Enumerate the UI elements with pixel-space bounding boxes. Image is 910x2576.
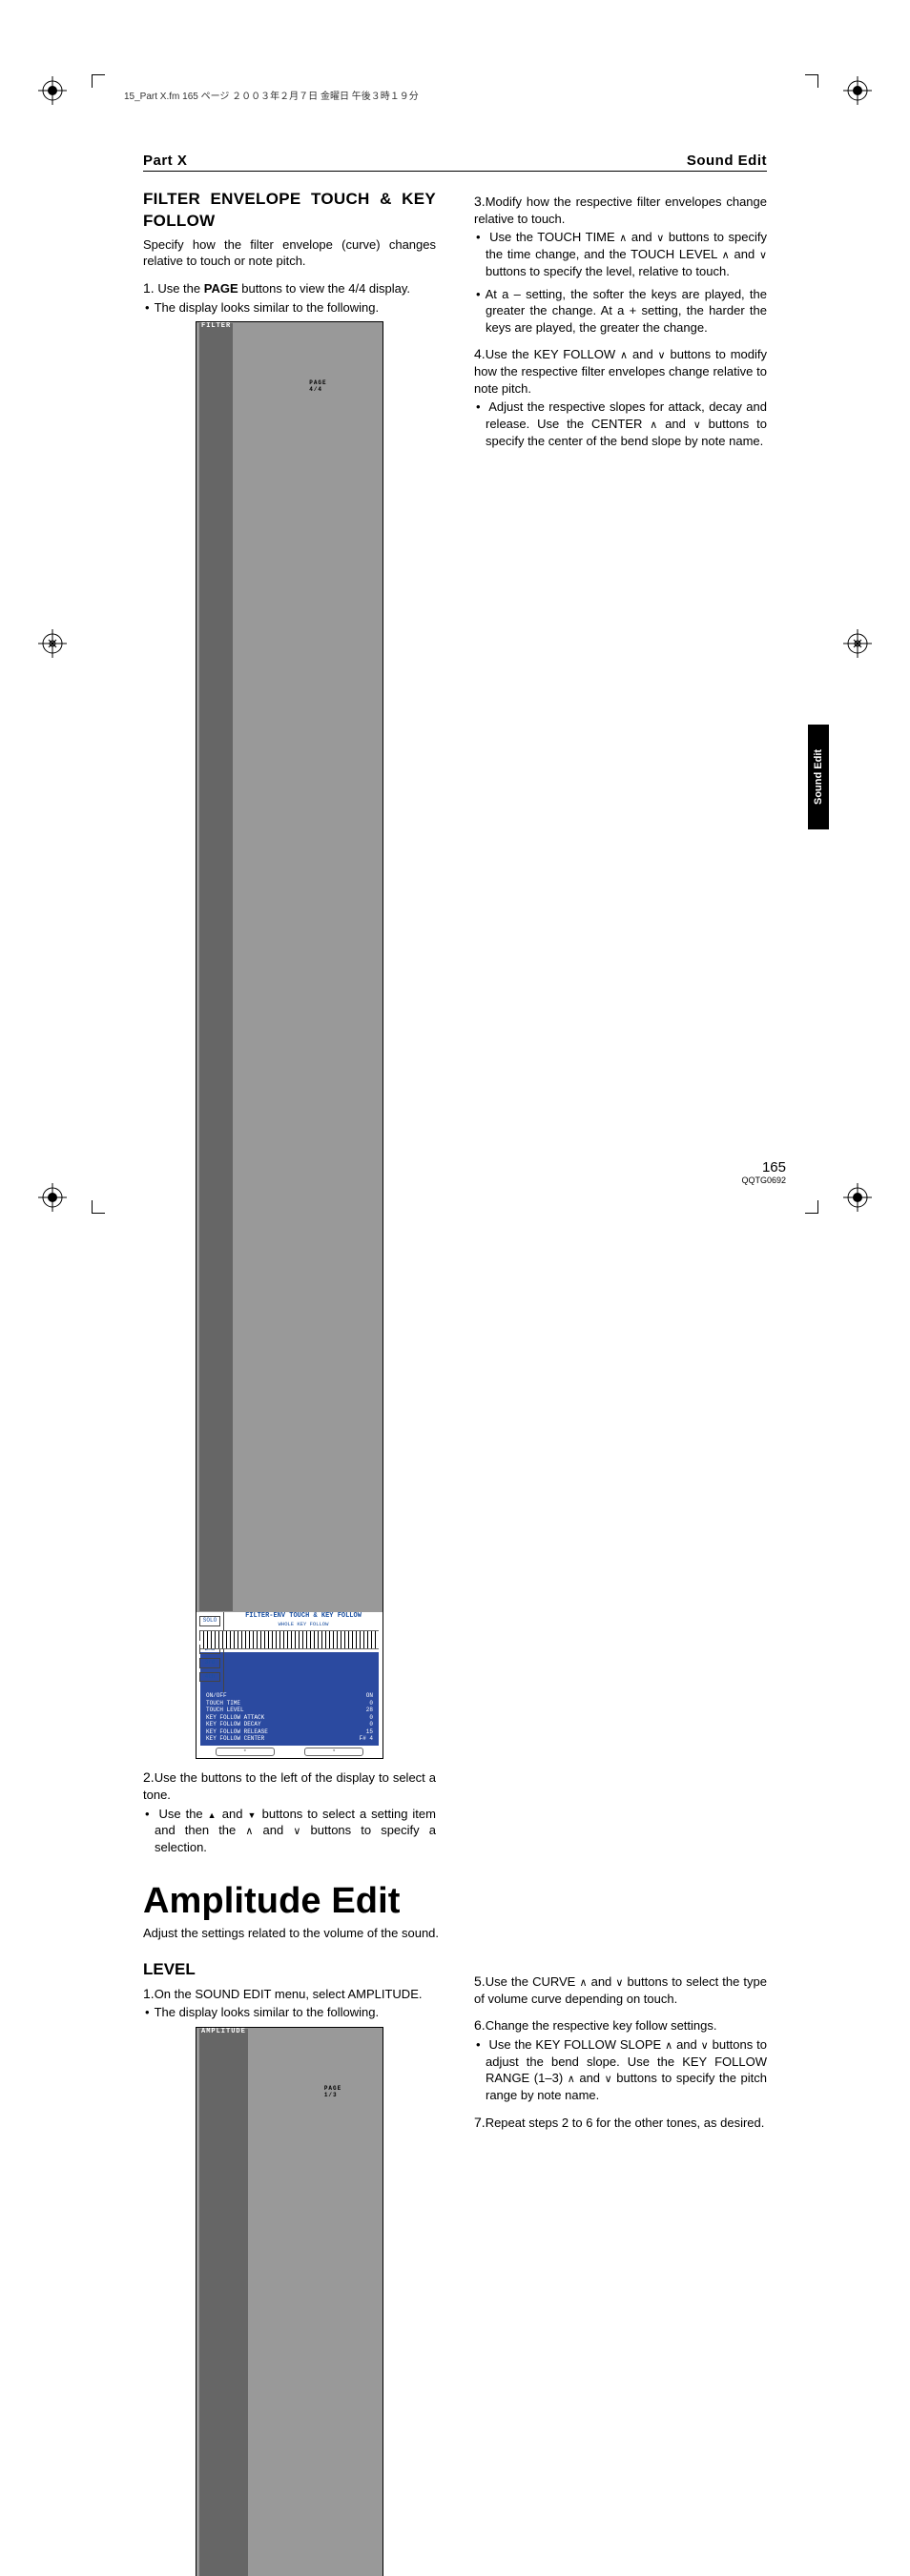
right-column-lower: 5.Use the CURVE and buttons to select th… xyxy=(474,1950,767,2576)
step-3-bullet-1: Use the TOUCH TIME and buttons to specif… xyxy=(486,229,767,279)
level-step-1-bullet: The display looks similar to the followi… xyxy=(155,2004,436,2021)
left-column: FILTER ENVELOPE TOUCH & KEY FOLLOW Speci… xyxy=(143,189,436,1862)
amplitude-display-figure: AMPLITUDEPAGE 1/3 SOLO 1st 2nd 3rd 4th L… xyxy=(196,2027,383,2576)
amplitude-intro: Adjust the settings related to the volum… xyxy=(143,1926,767,1940)
step-4: 4.Use the KEY FOLLOW and buttons to modi… xyxy=(474,345,767,397)
triangle-up-icon xyxy=(208,1807,217,1821)
filter-display-figure: FILTERPAGE 4/4 SOLO 1st 2nd 3rd 4th FILT… xyxy=(196,321,383,1759)
crop-mark-icon xyxy=(92,74,114,97)
crop-mark-icon xyxy=(796,1191,818,1214)
crop-mark-icon xyxy=(92,1191,114,1214)
level-heading: LEVEL xyxy=(143,1959,436,1981)
step-1-bullet: The display looks similar to the followi… xyxy=(155,299,436,317)
left-column-lower: LEVEL 1.On the SOUND EDIT menu, select A… xyxy=(143,1950,436,2576)
step-4-bullet: Adjust the respective slopes for attack,… xyxy=(486,399,767,449)
amplitude-heading: Amplitude Edit xyxy=(143,1881,767,1922)
right-column: 3.Modify how the respective filter envel… xyxy=(474,189,767,1862)
step-2-bullet: Use the and buttons to select a setting … xyxy=(155,1806,436,1856)
side-tab-label: Sound Edit xyxy=(808,725,829,829)
crop-registration-icon xyxy=(843,1183,872,1212)
crop-registration-icon xyxy=(38,76,67,105)
step-2: 2.Use the buttons to the left of the dis… xyxy=(143,1768,436,1803)
crop-registration-icon xyxy=(38,629,67,658)
level-step-6-bullet: Use the KEY FOLLOW SLOPE and buttons to … xyxy=(486,2036,767,2104)
lower-columns: LEVEL 1.On the SOUND EDIT menu, select A… xyxy=(143,1950,767,2576)
crop-registration-icon xyxy=(843,76,872,105)
section-label: Sound Edit xyxy=(687,153,767,169)
page-number: 165 QQTG0692 xyxy=(741,1159,786,1185)
page-content: Part X Sound Edit FILTER ENVELOPE TOUCH … xyxy=(143,153,767,2576)
level-step-1: 1.On the SOUND EDIT menu, select AMPLITU… xyxy=(143,1985,436,2003)
step-3: 3.Modify how the respective filter envel… xyxy=(474,193,767,227)
upper-columns: FILTER ENVELOPE TOUCH & KEY FOLLOW Speci… xyxy=(143,189,767,1862)
level-step-5: 5.Use the CURVE and buttons to select th… xyxy=(474,1973,767,2007)
wedge-up-icon xyxy=(245,1823,253,1837)
doc-code: QQTG0692 xyxy=(741,1176,786,1185)
crop-mark-icon xyxy=(796,74,818,97)
part-label: Part X xyxy=(143,153,187,169)
keyboard-strip-icon xyxy=(200,1630,379,1649)
filter-intro: Specify how the filter envelope (curve) … xyxy=(143,236,436,270)
crop-registration-icon xyxy=(843,629,872,658)
filter-heading: FILTER ENVELOPE TOUCH & KEY FOLLOW xyxy=(143,189,436,233)
level-step-7: 7.Repeat steps 2 to 6 for the other tone… xyxy=(474,2114,767,2132)
step-1: 1. Use the PAGE buttons to view the 4/4 … xyxy=(143,279,436,297)
source-file-note: 15_Part X.fm 165 ページ ２００３年２月７日 金曜日 午後３時１… xyxy=(124,88,419,102)
wedge-down-icon xyxy=(293,1823,300,1837)
header-row: Part X Sound Edit xyxy=(143,153,767,172)
triangle-down-icon xyxy=(247,1807,257,1821)
step-3-bullet-2: At a – setting, the softer the keys are … xyxy=(486,286,767,337)
level-step-6: 6.Change the respective key follow setti… xyxy=(474,2016,767,2034)
crop-registration-icon xyxy=(38,1183,67,1212)
